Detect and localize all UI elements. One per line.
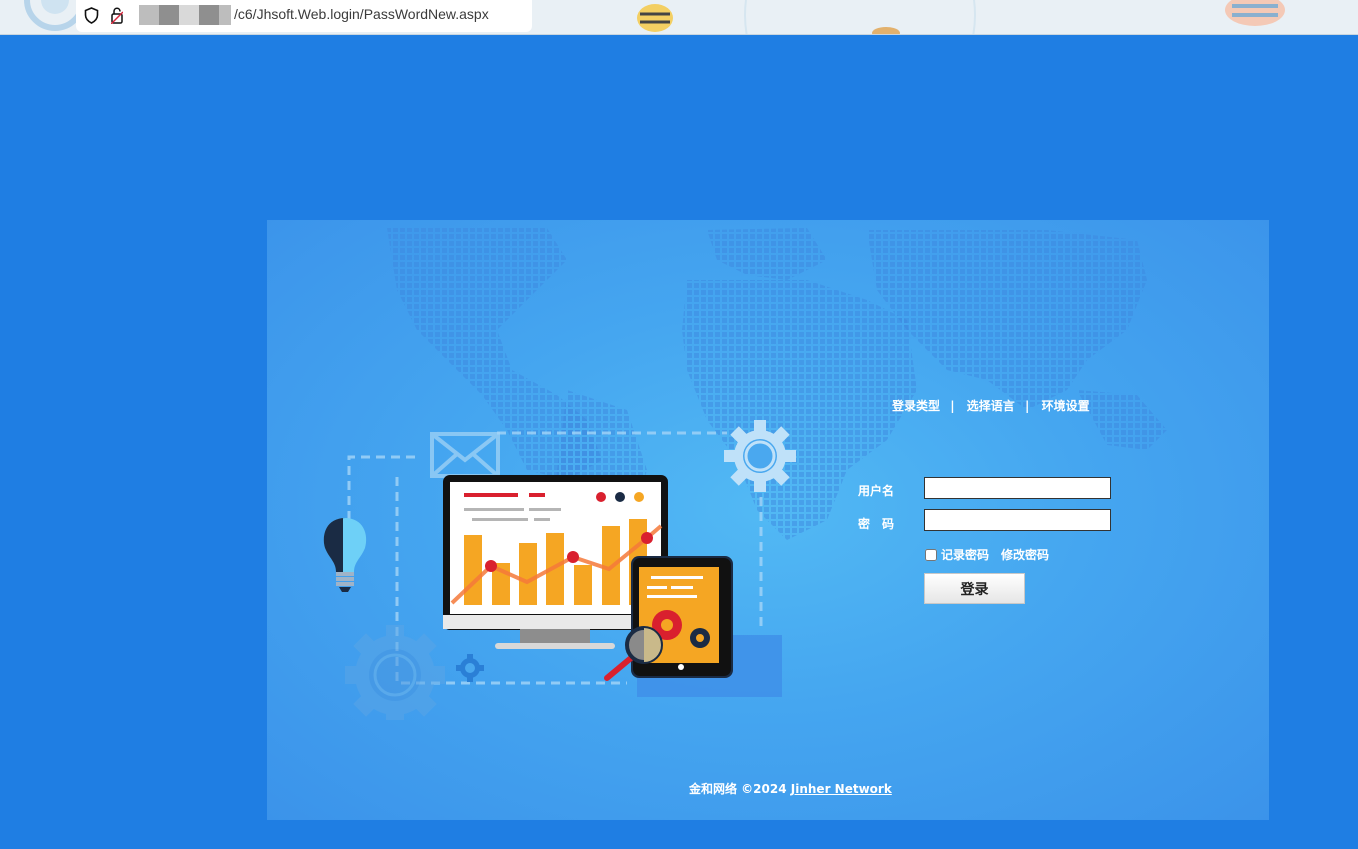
url-text[interactable]: /c6/Jhsoft.Web.login/PassWordNew.aspx bbox=[234, 6, 489, 22]
envelope-icon bbox=[430, 432, 500, 478]
redacted-host bbox=[139, 5, 159, 25]
change-password-link[interactable]: 修改密码 bbox=[1001, 548, 1049, 562]
redacted-host bbox=[123, 5, 137, 25]
login-button[interactable]: 登录 bbox=[924, 573, 1025, 604]
lightbulb-icon bbox=[323, 518, 367, 592]
environment-settings-link[interactable]: 环境设置 bbox=[1042, 399, 1090, 413]
password-input[interactable] bbox=[924, 509, 1111, 531]
lock-icon[interactable] bbox=[111, 7, 123, 24]
password-label: 密 码 bbox=[858, 517, 895, 531]
redacted-host bbox=[219, 5, 231, 25]
browser-address-bar: /c6/Jhsoft.Web.login/PassWordNew.aspx bbox=[0, 0, 1358, 35]
login-options-links: 登录类型 | 选择语言 | 环境设置 bbox=[892, 397, 1090, 414]
remember-password-checkbox[interactable] bbox=[925, 549, 937, 561]
gear-icon bbox=[345, 625, 445, 720]
copyright-text: 金和网络 ©2024 bbox=[689, 782, 791, 796]
footer: 金和网络 ©2024 Jinher Network bbox=[689, 780, 892, 797]
redacted-host bbox=[159, 5, 179, 25]
illustration bbox=[323, 420, 796, 720]
gear-icon bbox=[724, 420, 796, 492]
username-input[interactable] bbox=[924, 477, 1111, 499]
username-label: 用户名 bbox=[858, 484, 895, 498]
redacted-host bbox=[179, 5, 199, 25]
remember-password-label[interactable]: 记录密码 bbox=[941, 548, 989, 562]
jinher-network-link[interactable]: Jinher Network bbox=[791, 782, 892, 796]
select-language-link[interactable]: 选择语言 bbox=[967, 399, 1015, 413]
remember-row: 记录密码 修改密码 bbox=[925, 546, 1049, 563]
login-type-link[interactable]: 登录类型 bbox=[892, 399, 940, 413]
redacted-host bbox=[199, 5, 219, 25]
link-separator: | bbox=[1024, 399, 1030, 413]
login-panel: 登录类型 | 选择语言 | 环境设置 用户名 密 码 记录密码 修改密码 登录 金… bbox=[267, 220, 1269, 820]
shield-icon[interactable] bbox=[84, 7, 99, 24]
gear-icon bbox=[456, 654, 484, 682]
link-separator: | bbox=[950, 399, 955, 413]
